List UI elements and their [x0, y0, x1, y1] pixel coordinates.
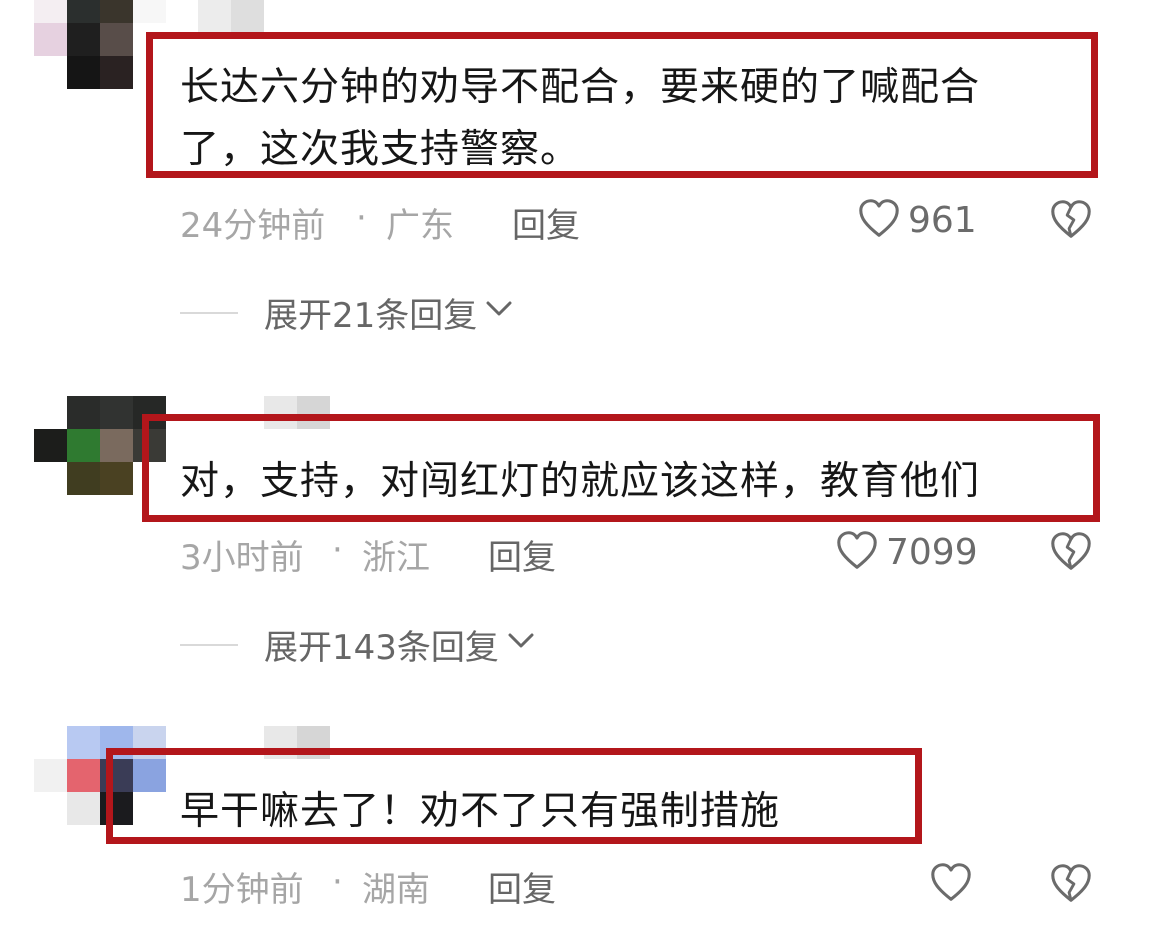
like-button[interactable] [928, 859, 980, 909]
dislike-button[interactable] [1048, 860, 1094, 910]
comment-text-line: 早干嘛去了！劝不了只有强制措施 [180, 789, 781, 834]
comment-item: 早干嘛去了！劝不了只有强制措施 1分钟前 · 湖南 回复 [0, 0, 1152, 941]
broken-heart-icon [1048, 864, 1094, 910]
comment-location: 湖南 [362, 870, 430, 910]
reply-button[interactable]: 回复 [488, 862, 556, 911]
meta-separator: · [332, 862, 343, 902]
heart-outline-icon [928, 859, 974, 909]
comment-time: 1分钟前 [180, 870, 304, 910]
